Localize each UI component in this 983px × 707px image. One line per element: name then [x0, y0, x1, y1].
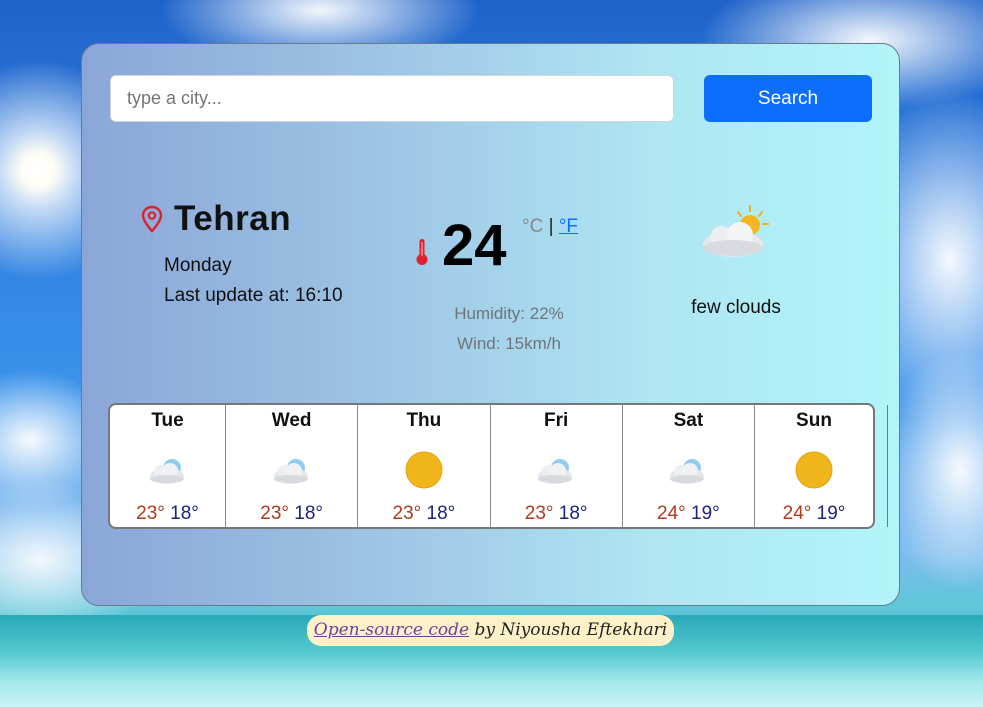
- cloudy-icon: [149, 459, 184, 484]
- forecast-max-temp: 23°: [392, 503, 422, 524]
- forecast-max-temp: 24°: [782, 503, 812, 524]
- forecast-max-temp: 23°: [136, 503, 165, 524]
- forecast-day: Fri 23° 18°: [491, 405, 623, 527]
- few-clouds-icon: [703, 205, 769, 257]
- celsius-unit: °C: [522, 216, 544, 237]
- forecast-day: Wed 23° 18°: [226, 405, 359, 527]
- search-button[interactable]: Search: [704, 75, 872, 122]
- forecast-min-temp: 18°: [426, 503, 456, 524]
- forecast-day-name: Tue: [151, 410, 184, 431]
- forecast-day: Tue 23° 18°: [110, 405, 226, 527]
- forecast-row: Tue 23° 18° Wed 23° 18° Thu 23° 18° Fri …: [108, 403, 875, 529]
- city-search-input[interactable]: [110, 75, 674, 122]
- forecast-max-temp: 23°: [524, 503, 554, 524]
- unit-toggle: °C | °F: [522, 216, 578, 238]
- forecast-day-name: Sun: [796, 410, 832, 431]
- footer-credit: Open-source code by Niyousha Eftekhari: [307, 615, 674, 646]
- current-day: Monday: [164, 255, 232, 276]
- forecast-max-temp: 24°: [657, 503, 686, 524]
- sun-icon: [405, 451, 443, 489]
- cloudy-icon: [670, 459, 705, 484]
- current-temperature: 24: [442, 213, 507, 278]
- weather-description: few clouds: [691, 297, 781, 318]
- forecast-day: Sat 24° 19°: [623, 405, 755, 527]
- forecast-day-name: Thu: [406, 410, 442, 431]
- thermometer-icon: [416, 239, 428, 265]
- forecast-day: Sun 24° 19°: [755, 405, 873, 527]
- forecast-divider: [887, 405, 888, 527]
- cloudy-icon: [538, 459, 573, 484]
- forecast-day-name: Fri: [543, 410, 569, 431]
- city-name: Tehran: [174, 199, 292, 238]
- wind: Wind: 15km/h: [457, 334, 561, 353]
- cloudy-icon: [273, 459, 308, 484]
- open-source-link[interactable]: Open-source code: [314, 620, 469, 640]
- location-pin-icon: [141, 205, 163, 233]
- sun-icon: [795, 451, 833, 489]
- humidity: Humidity: 22%: [454, 304, 564, 323]
- forecast-day: Thu 23° 18°: [358, 405, 491, 527]
- forecast-min-temp: 19°: [691, 503, 720, 524]
- weather-card: Search Tehran Monday Last update at: 16:…: [81, 43, 900, 606]
- forecast-min-temp: 18°: [294, 503, 323, 524]
- forecast-day-name: Wed: [271, 410, 312, 431]
- footer-author: by Niyousha Eftekhari: [469, 620, 668, 640]
- unit-separator: |: [548, 216, 554, 237]
- forecast-day-name: Sat: [673, 410, 704, 431]
- forecast-max-temp: 23°: [260, 503, 289, 524]
- forecast-min-temp: 18°: [558, 503, 588, 524]
- forecast-min-temp: 19°: [816, 503, 846, 524]
- forecast-min-temp: 18°: [170, 503, 199, 524]
- last-update: Last update at: 16:10: [164, 285, 343, 306]
- fahrenheit-link[interactable]: °F: [559, 216, 578, 237]
